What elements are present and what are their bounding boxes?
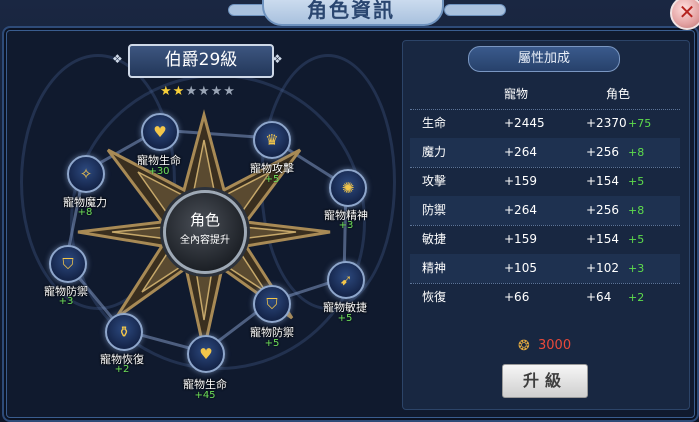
shield-icon: ⛉: [266, 295, 278, 313]
rank-ornament-right: ❖: [272, 52, 283, 66]
node-bonus: +8: [77, 207, 93, 218]
attr-bonus: +5: [628, 233, 645, 246]
node-pet-def[interactable]: ⛉: [49, 245, 87, 283]
spirit-icon: ✺: [341, 179, 355, 197]
attr-bonus: +3: [628, 262, 645, 275]
attr-pet-value: +264: [504, 145, 537, 159]
attr-bonus: +8: [628, 204, 645, 217]
table-row: 防禦 +264 +256 +8: [410, 196, 680, 225]
attr-pet-value: +159: [504, 174, 537, 188]
heart-icon: ♥: [153, 123, 167, 141]
node-pet-hp[interactable]: ♥: [141, 113, 179, 151]
node-pet-def-2[interactable]: ⛉: [253, 285, 291, 323]
column-header-char: 角色: [606, 87, 631, 101]
table-row: 精神 +105 +102 +3: [410, 254, 680, 283]
attr-pet-value: +66: [504, 290, 530, 304]
attr-name: 精神: [422, 261, 447, 275]
upgrade-button[interactable]: 升級: [502, 364, 588, 398]
attr-name: 生命: [422, 116, 447, 130]
attr-bonus: +8: [628, 146, 645, 159]
crown-icon: ♛: [265, 131, 279, 149]
table-row: 敏捷 +159 +154 +5: [410, 225, 680, 254]
column-header-pet: 寵物: [504, 87, 529, 101]
node-bonus: +5: [337, 313, 353, 324]
node-bonus: +30: [148, 166, 170, 177]
star-filled-icon: ★★: [160, 84, 186, 99]
star-empty-icon: ★★★★: [185, 84, 236, 99]
attr-name: 敏捷: [422, 232, 447, 246]
node-pet-agi[interactable]: ➹: [327, 261, 365, 299]
attr-pet-value: +264: [504, 203, 537, 217]
potion-icon: ⚱: [117, 323, 131, 341]
attr-name: 防禦: [422, 203, 447, 217]
attribute-header: 屬性加成: [468, 46, 620, 72]
attr-name: 魔力: [422, 145, 447, 159]
attr-pet-value: +105: [504, 261, 537, 275]
rank-ornament-left: ❖: [112, 52, 123, 66]
node-bonus: +45: [194, 390, 216, 401]
attr-name: 攻擊: [422, 174, 447, 188]
attr-bonus: +5: [628, 175, 645, 188]
attr-pet-value: +159: [504, 232, 537, 246]
table-row: 恢復 +66 +64 +2: [410, 283, 680, 312]
node-pet-spirit[interactable]: ✺: [329, 169, 367, 207]
center-title: 角色: [189, 211, 220, 229]
node-pet-atk[interactable]: ♛: [253, 121, 291, 159]
node-pet-hp-2[interactable]: ♥: [187, 335, 225, 373]
node-pet-mp[interactable]: ✧: [67, 155, 105, 193]
attr-pet-value: +2445: [504, 116, 545, 130]
node-pet-recovery[interactable]: ⚱: [105, 313, 143, 351]
center-subtitle: 全內容提升: [180, 235, 230, 246]
attr-bonus: +75: [628, 117, 652, 130]
node-bonus: +2: [114, 364, 130, 375]
table-row: 攻擊 +159 +154 +5: [410, 167, 680, 196]
node-bonus: +5: [264, 338, 280, 349]
attr-name: 恢復: [422, 290, 447, 304]
node-bonus: +5: [264, 174, 280, 185]
table-row: 生命 +2445 +2370 +75: [410, 109, 680, 138]
upgrade-cost: 3000: [538, 338, 572, 353]
coin-bag-icon: ❂: [518, 338, 530, 354]
table-header-row: 寵物 角色: [410, 80, 680, 109]
node-bonus: +3: [338, 220, 354, 231]
magic-icon: ✧: [79, 165, 93, 183]
shield-icon: ⛉: [62, 255, 74, 273]
character-info-window: 角色資訊 ✕ ❖ 伯爵29級 ❖ ★★★★★★ 角色 全內容提升 ♥ 寵物生命 …: [0, 0, 699, 422]
runner-icon: ➹: [339, 271, 353, 289]
node-bonus: +3: [58, 296, 74, 307]
heart-icon: ♥: [199, 345, 213, 363]
rank-banner: 伯爵29級: [128, 44, 274, 78]
table-row: 魔力 +264 +256 +8: [410, 138, 680, 167]
rank-stars: ★★★★★★: [160, 84, 250, 100]
attr-bonus: +2: [628, 291, 645, 304]
